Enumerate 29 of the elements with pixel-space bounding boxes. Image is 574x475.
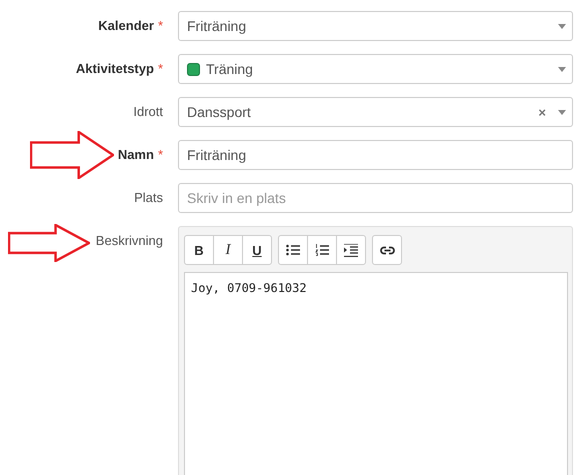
link-icon (380, 246, 394, 254)
underline-button[interactable]: U (242, 235, 272, 265)
caret-icon (558, 66, 566, 72)
indent-button[interactable] (336, 235, 366, 265)
indent-icon (344, 244, 358, 256)
input-field[interactable]: Friträning (178, 140, 573, 170)
bold-button[interactable]: B (184, 235, 214, 265)
italic-button[interactable]: I (213, 235, 243, 265)
numbered-list-icon (315, 244, 329, 256)
field-label: Aktivitetstyp (76, 61, 154, 76)
required-mark: * (158, 61, 163, 76)
field-label: Kalender (98, 18, 154, 33)
field-label: Beskrivning (96, 233, 163, 248)
field-label: Namn (118, 147, 154, 162)
select-field[interactable]: Friträning (178, 11, 573, 41)
caret-icon (558, 24, 566, 28)
field-label: Plats (134, 190, 163, 205)
caret-icon (558, 110, 566, 114)
bulleted-list-button[interactable] (278, 235, 308, 265)
required-mark: * (158, 18, 163, 33)
numbered-list-button[interactable] (307, 235, 337, 265)
field-label: Idrott (133, 104, 163, 119)
required-mark: * (158, 147, 163, 162)
select-field[interactable]: Danssport × (178, 97, 573, 127)
clear-icon[interactable]: × (538, 104, 546, 120)
text-area[interactable]: Joy, 0709-961032 (184, 272, 568, 475)
link-button[interactable] (372, 235, 402, 265)
bulleted-list-icon (286, 244, 300, 256)
select-field[interactable]: Träning (178, 54, 573, 84)
